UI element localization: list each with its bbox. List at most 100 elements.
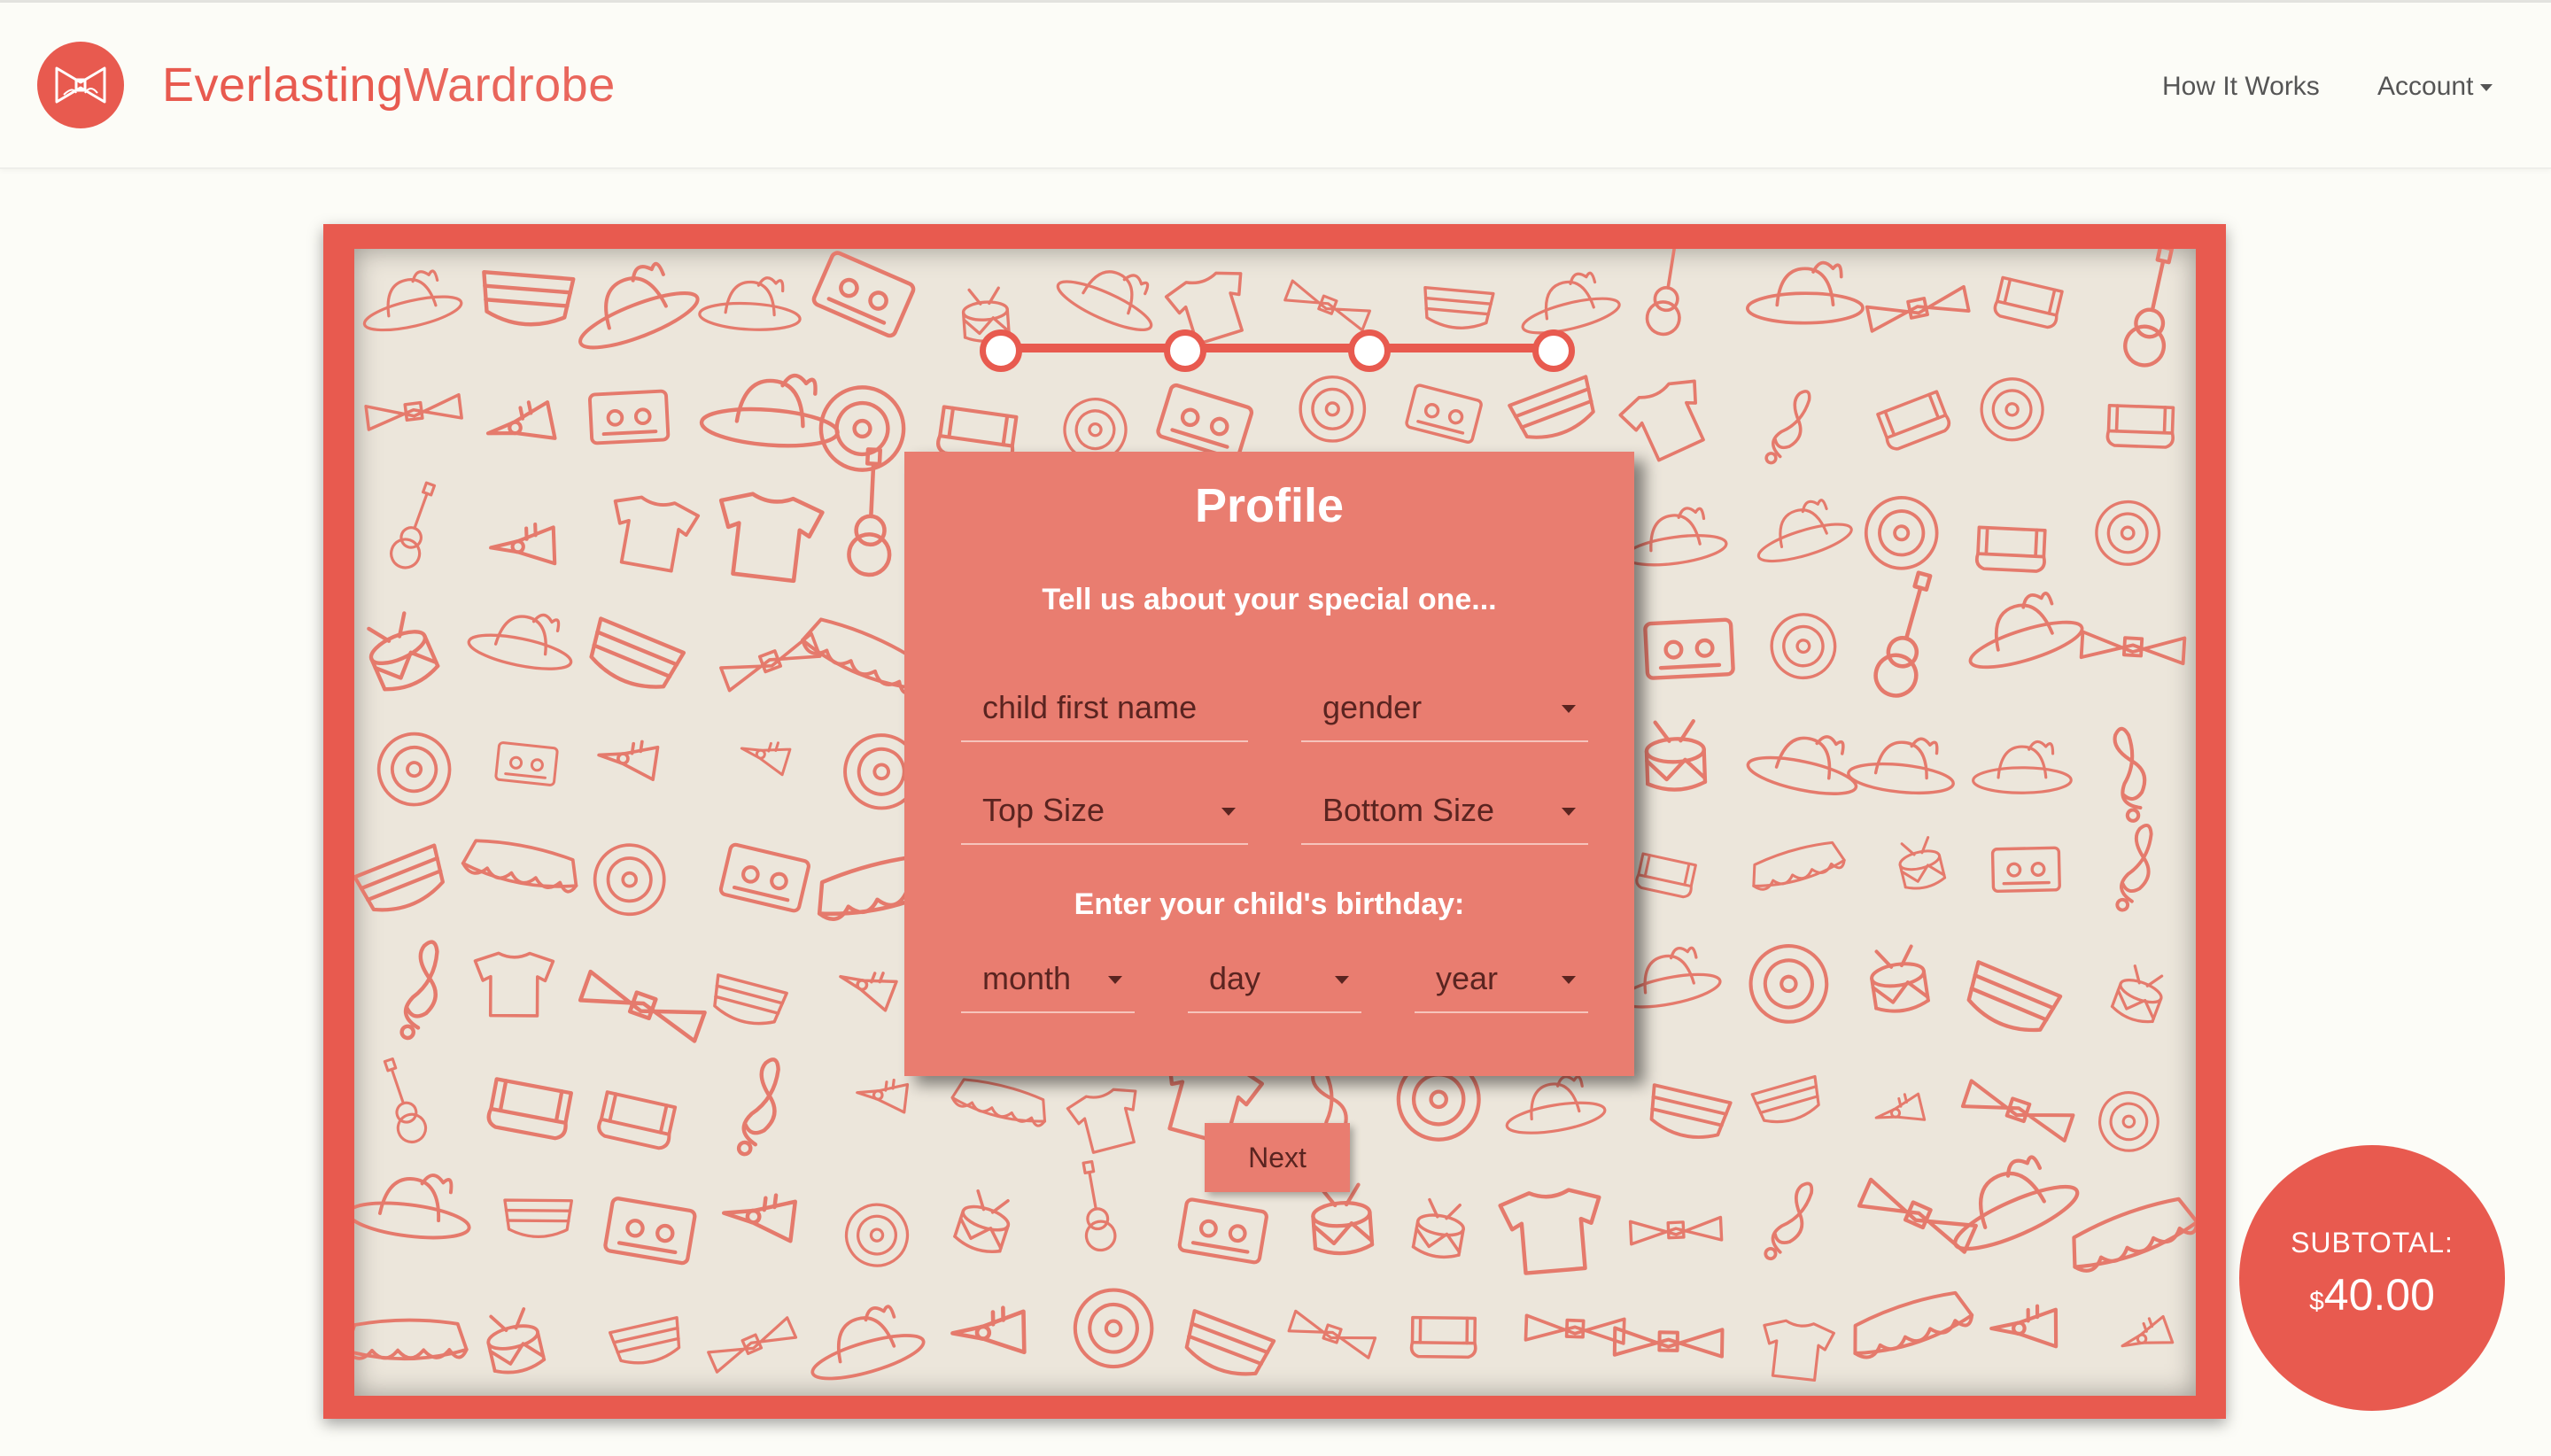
bottom-size-value: Bottom Size [1322,792,1495,828]
next-button[interactable]: Next [1205,1123,1350,1192]
doodle-icon [354,1173,471,1240]
gender-select[interactable]: gender [1301,684,1588,742]
chevron-down-icon [1562,705,1576,713]
birth-year-value: year [1436,960,1499,996]
doodle-icon [1056,270,1153,332]
doodle-icon [1524,1313,1626,1345]
doodle-icon [1287,1309,1377,1359]
doodle-icon [486,1077,573,1141]
doodle-icon [1898,836,1947,890]
doodle-icon [2113,726,2147,823]
doodle-icon [390,481,437,569]
doodle-icon [383,1057,428,1144]
child-first-name-input[interactable]: child first name [961,684,1248,742]
nav-how-it-works[interactable]: How It Works [2162,72,2320,102]
doodle-icon [1865,284,1971,333]
progress-step-2[interactable] [1164,329,1206,372]
doodle-icon [603,1197,697,1266]
doodle-icon [2105,403,2175,449]
doodle-icon [1498,1188,1601,1275]
bottom-size-select[interactable]: Bottom Size [1301,786,1588,845]
birth-month-select[interactable]: month [961,955,1135,1013]
doodle-icon [1764,390,1811,465]
doodle-icon [1649,1083,1733,1139]
doodle-icon [489,523,557,566]
doodle-icon [718,492,825,584]
doodle-icon [1156,383,1254,461]
chevron-down-icon [1562,808,1576,816]
birthday-prompt: Enter your child's birthday: [1074,887,1465,921]
doodle-icon [1628,1215,1724,1246]
chevron-down-icon [1221,808,1236,816]
top-size-select[interactable]: Top Size [961,786,1248,845]
doodle-icon [713,973,788,1026]
doodle-icon [1876,390,1951,451]
doodle-icon [718,842,810,913]
birth-year-select[interactable]: year [1415,955,1588,1013]
navbar: EverlastingWardrobe How It Works Account [0,3,2551,169]
doodle-icon [839,972,898,1012]
doodle-icon [2110,964,2164,1024]
doodle-icon [736,1057,780,1157]
doodle-icon [1508,375,1595,439]
doodle-icon [473,951,555,1018]
doodle-icon [1989,1304,2059,1349]
doodle-icon [597,740,660,782]
birth-day-select[interactable]: day [1188,955,1361,1013]
nav-account-dropdown[interactable]: Account [2377,72,2493,102]
doodle-icon [486,1307,547,1375]
doodle-icon [1864,495,1939,570]
doodle-icon [707,1316,798,1374]
doodle-icon [589,616,686,689]
doodle-icon [494,741,559,786]
doodle-icon [485,400,557,440]
doodle-icon [1756,499,1853,563]
progress-step-4[interactable] [1532,329,1575,372]
doodle-icon [2095,500,2161,566]
brand-name-part1: Everlasting [162,58,404,112]
doodle-icon [1966,960,2063,1033]
doodle-icon [1752,840,1846,891]
doodle-icon [376,732,452,807]
doodle-icon [844,1203,910,1267]
doodle-icon [698,276,802,331]
doodle-icon [1624,507,1728,567]
doodle-icon [1993,275,2064,329]
progress-step-3[interactable] [1348,329,1391,372]
doodle-icon [1505,1075,1607,1135]
doodle-icon [1748,944,1829,1024]
doodle-icon [1405,383,1483,444]
doodle-icon [503,1198,574,1238]
doodle-icon [1644,719,1708,792]
doodle-icon [1764,1181,1814,1261]
doodle-icon [461,839,578,894]
doodle-icon [597,1090,678,1150]
doodle-icon [578,261,700,350]
top-size-value: Top Size [982,792,1105,828]
doodle-icon [362,269,463,332]
doodle-icon [593,843,666,917]
doodle-icon [721,1193,797,1243]
doodle-icon [2098,1091,2159,1152]
doodle-icon [818,385,906,472]
doodle-icon [1299,375,1367,443]
subtotal-label: SUBTOTAL: [2291,1227,2454,1259]
doodle-icon [1980,377,2044,442]
doodle-icon [367,611,440,692]
bow-tie-icon[interactable] [37,42,124,128]
subtotal-amount-wrapper: $40.00 [2239,1269,2505,1320]
doodle-icon [354,843,445,912]
doodle-icon [1311,1182,1375,1256]
card-subtitle: Tell us about your special one... [1042,583,1497,616]
doodle-icon [1953,1155,2080,1251]
progress-step-1[interactable] [980,329,1022,372]
doodle-icon [1409,1315,1477,1359]
doodle-icon [1283,279,1371,332]
brand-name[interactable]: EverlastingWardrobe [162,58,616,112]
doodle-icon [1423,286,1495,329]
doodle-icon [856,1078,910,1114]
child-first-name-placeholder: child first name [982,689,1198,725]
doodle-icon [2079,630,2187,666]
doodle-icon [1645,249,1681,337]
doodle-icon [1073,1288,1154,1369]
